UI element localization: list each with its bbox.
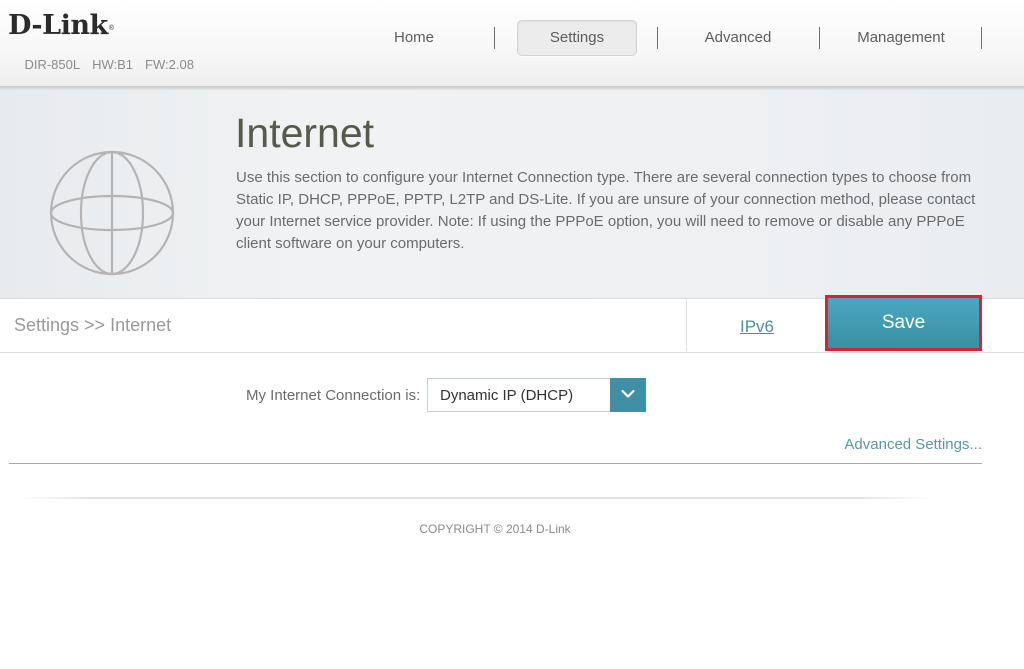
connection-type-label: My Internet Connection is: [246, 387, 421, 404]
chevron-down-icon [621, 389, 635, 398]
nav-separator [819, 27, 820, 49]
nav-settings[interactable]: Settings [517, 20, 637, 56]
dropdown-button[interactable] [610, 378, 646, 412]
nav-separator [657, 27, 658, 49]
section-divider [9, 463, 982, 464]
connection-type-select[interactable]: Dynamic IP (DHCP) [427, 378, 646, 412]
page-description: Use this section to configure your Inter… [236, 169, 976, 252]
nav-management[interactable]: Management [845, 20, 957, 56]
main-nav: Home Settings Advanced Management [0, 0, 1024, 86]
advanced-settings-link[interactable]: Advanced Settings... [844, 436, 982, 453]
nav-separator [981, 27, 982, 49]
globe-icon [48, 149, 176, 277]
ipv6-link[interactable]: IPv6 [740, 317, 774, 337]
nav-separator [494, 27, 495, 49]
page-title: Internet [235, 110, 375, 156]
save-button[interactable]: Save [828, 298, 979, 348]
ipv6-tab: IPv6 [686, 299, 827, 351]
page-banner: Internet Use this section to configure y… [0, 90, 1024, 299]
connection-type-value: Dynamic IP (DHCP) [440, 387, 574, 404]
header: D-Link® DIR-850L HW:B1 FW:2.08 Home Settin… [0, 0, 1024, 86]
breadcrumb: Settings >> Internet [14, 315, 172, 335]
nav-advanced[interactable]: Advanced [690, 20, 786, 56]
nav-home[interactable]: Home [375, 20, 453, 56]
copyright-text: COPYRIGHT © 2014 D-Link [419, 522, 571, 536]
footer-divider [20, 497, 930, 499]
action-bar: Settings >> Internet IPv6 Save [0, 295, 1024, 353]
